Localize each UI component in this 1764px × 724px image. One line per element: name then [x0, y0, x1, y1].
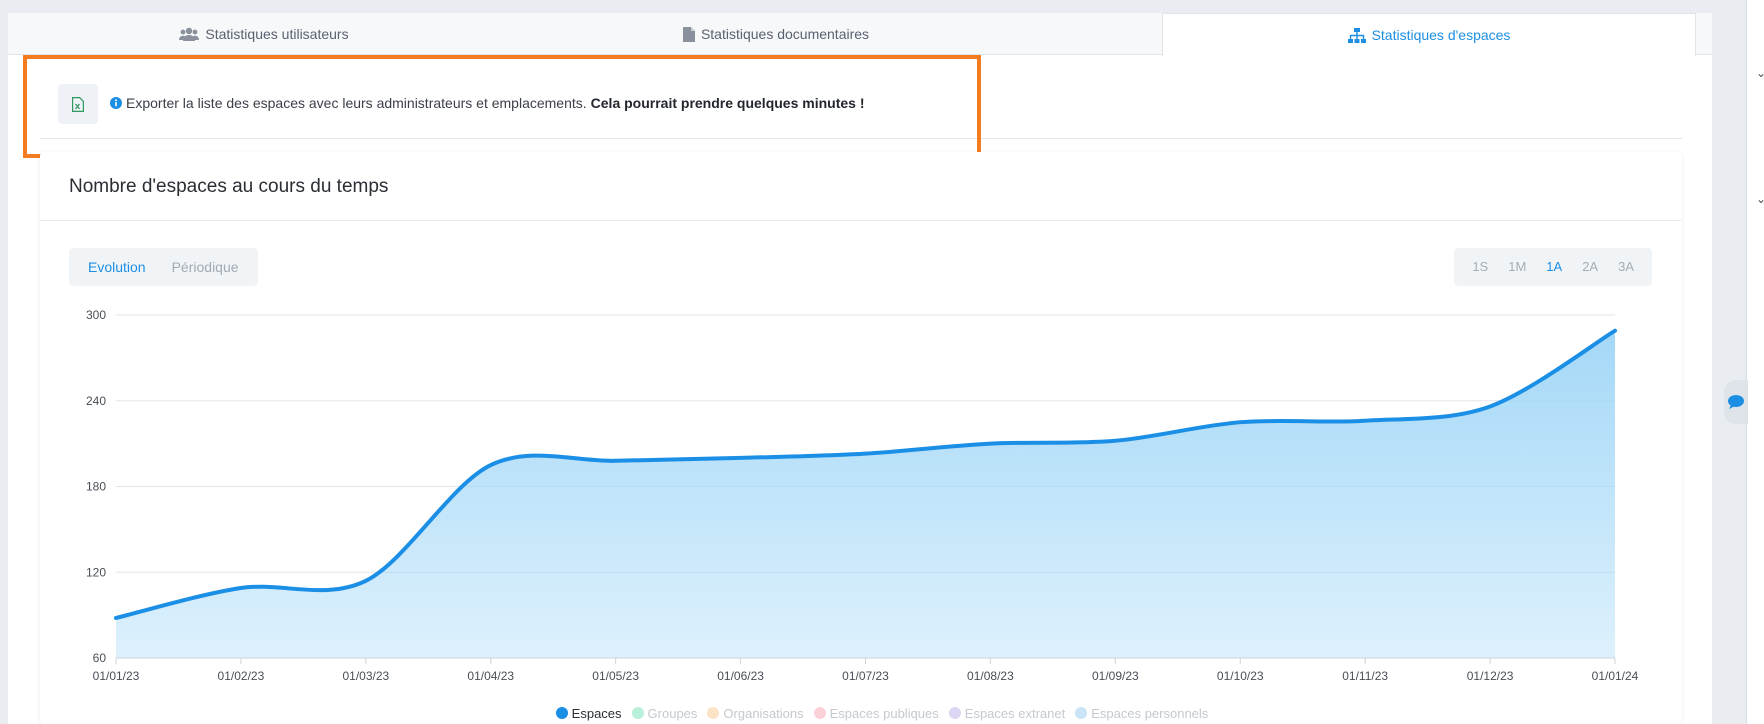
chevron-down-icon[interactable]: ⌄: [1756, 66, 1764, 80]
view-periodic-button[interactable]: Périodique: [159, 248, 252, 286]
range-1m-button[interactable]: 1M: [1498, 248, 1536, 286]
excel-file-icon: [72, 96, 84, 112]
x-tick-label: 01/10/23: [1217, 669, 1264, 683]
chat-button[interactable]: [1724, 380, 1748, 424]
card-title: Nombre d'espaces au cours du temps: [69, 176, 389, 197]
legend-marker: [948, 707, 961, 719]
legend-label: Espaces: [571, 705, 622, 721]
legend-item[interactable]: Groupes: [631, 705, 698, 721]
series-area-espaces: [116, 330, 1615, 658]
legend-label: Espaces publiques: [829, 705, 939, 721]
legend-marker: [555, 707, 568, 719]
export-warning: Cela pourrait prendre quelques minutes !: [590, 95, 865, 111]
y-tick-label: 120: [86, 565, 106, 579]
chat-icon: [1728, 395, 1744, 409]
x-tick-label: 01/08/23: [967, 669, 1014, 683]
legend-item[interactable]: Espaces extranet: [948, 705, 1066, 721]
y-tick-label: 240: [86, 394, 106, 408]
x-tick-label: 01/11/23: [1342, 669, 1388, 683]
export-bar: Exporter la liste des espaces avec leurs…: [40, 84, 1682, 139]
x-tick-label: 01/06/23: [717, 669, 764, 683]
x-tick-label: 01/04/23: [467, 669, 514, 683]
tab-user-statistics[interactable]: Statistiques utilisateurs: [8, 13, 520, 55]
time-range-selector: 1S 1M 1A 2A 3A: [1454, 248, 1652, 286]
info-icon: [110, 97, 122, 109]
legend-marker: [813, 707, 826, 719]
tab-document-statistics-label: Statistiques documentaires: [700, 26, 870, 42]
legend-label: Espaces personnels: [1091, 705, 1209, 721]
right-sidebar-strip: [1746, 0, 1764, 724]
chart-legend: Espaces Groupes Organisations Espaces publi…: [0, 705, 1764, 721]
y-tick-label: 180: [86, 480, 106, 494]
range-3a-button[interactable]: 3A: [1608, 248, 1644, 286]
tab-space-statistics-label: Statistiques d'espaces: [1371, 27, 1511, 43]
chevron-down-icon[interactable]: ⌄: [1756, 192, 1764, 206]
range-1s-button[interactable]: 1S: [1462, 248, 1498, 286]
x-tick-label: 01/03/23: [342, 669, 389, 683]
legend-label: Organisations: [723, 705, 804, 721]
legend-marker: [1075, 707, 1088, 719]
card-divider: [40, 220, 1682, 221]
y-tick-label: 60: [93, 651, 107, 665]
legend-label: Groupes: [647, 705, 698, 721]
x-tick-label: 01/07/23: [842, 669, 889, 683]
legend-item[interactable]: Espaces: [555, 705, 622, 721]
x-tick-label: 01/09/23: [1092, 669, 1139, 683]
x-tick-label: 01/02/23: [218, 669, 265, 683]
legend-label: Espaces extranet: [964, 705, 1066, 721]
tab-document-statistics[interactable]: Statistiques documentaires: [520, 13, 1032, 55]
legend-marker: [707, 707, 720, 719]
view-mode-toggle: Evolution Périodique: [69, 248, 258, 286]
legend-item[interactable]: Organisations: [707, 705, 804, 721]
statistics-tabs: Statistiques utilisateurs Statistiques d…: [8, 13, 1712, 56]
export-description: Exporter la liste des espaces avec leurs…: [110, 95, 864, 111]
y-tick-label: 300: [86, 308, 106, 322]
x-tick-label: 01/05/23: [592, 669, 639, 683]
sitemap-icon: [1347, 27, 1366, 43]
export-spaces-button[interactable]: [58, 84, 98, 124]
legend-marker: [631, 707, 644, 719]
export-text: Exporter la liste des espaces avec leurs…: [126, 95, 587, 111]
x-tick-label: 01/01/23: [93, 669, 140, 683]
tab-user-statistics-label: Statistiques utilisateurs: [205, 26, 349, 42]
document-icon: [682, 26, 695, 42]
x-tick-label: 01/12/23: [1467, 669, 1514, 683]
users-icon: [179, 27, 200, 41]
spaces-area-chart: 60 120 180 240 300 01/01/23 01/02/23 01/03/23 01…: [86, 308, 1639, 683]
range-1a-button[interactable]: 1A: [1536, 248, 1572, 286]
tab-space-statistics[interactable]: Statistiques d'espaces: [1162, 13, 1696, 56]
legend-item[interactable]: Espaces personnels: [1075, 705, 1208, 721]
x-tick-label: 01/01/24: [1592, 669, 1639, 683]
view-evolution-button[interactable]: Evolution: [75, 248, 159, 286]
range-2a-button[interactable]: 2A: [1572, 248, 1608, 286]
legend-item[interactable]: Espaces publiques: [813, 705, 939, 721]
